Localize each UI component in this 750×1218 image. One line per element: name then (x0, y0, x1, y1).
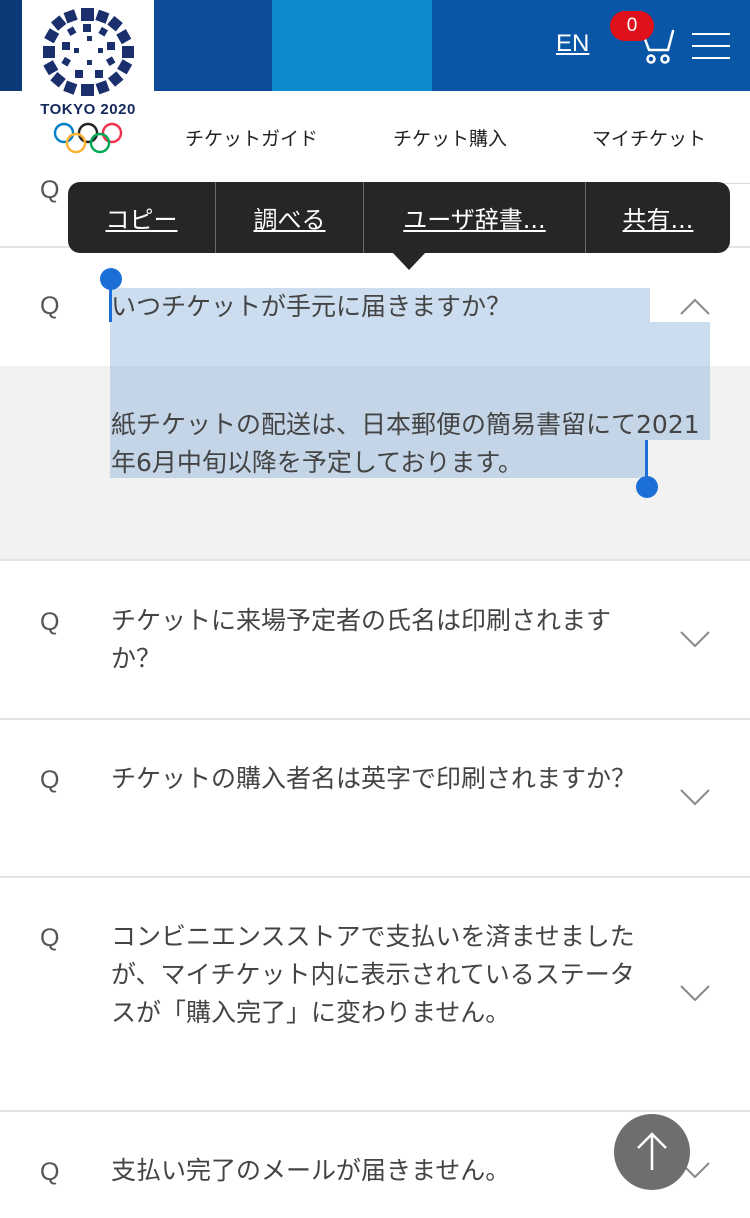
text-context-menu: コピー 調べる ユーザ辞書... 共有... (68, 182, 730, 253)
faq-answer: 紙チケットの配送は、日本郵便の簡易書留にて2021年6月中旬以降を予定しておりま… (111, 410, 700, 477)
context-share[interactable]: 共有... (586, 182, 730, 253)
logo-text: TOKYO 2020 (40, 101, 136, 118)
faq-q-marker: Q (40, 1158, 60, 1186)
cart-count-badge: 0 (610, 11, 654, 41)
olympic-rings-icon (53, 122, 123, 154)
faq-question: コンビニエンスストアで支払いを済ませましたが、マイチケット内に表示されているステ… (111, 922, 635, 1027)
context-user-dictionary[interactable]: ユーザ辞書... (364, 182, 586, 253)
faq-question: 支払い完了のメールが届きません。 (111, 1156, 511, 1185)
arrow-up-icon (637, 1132, 667, 1170)
nav-ticket-purchase[interactable]: チケット購入 (393, 124, 507, 151)
context-copy[interactable]: コピー (68, 182, 216, 253)
chevron-down-icon[interactable] (680, 985, 710, 1003)
nav-ticket-guide[interactable]: チケットガイド (185, 124, 318, 151)
context-menu-pointer (392, 252, 426, 270)
faq-item-2[interactable]: Q チケットに来場予定者の氏名は印刷されますか？ (0, 562, 750, 720)
main-nav: チケットガイド チケット購入 マイチケット (154, 91, 750, 184)
faq-question: チケットの購入者名は英字で印刷されますか？ (111, 764, 637, 793)
faq-item-4[interactable]: Q コンビニエンスストアで支払いを済ませましたが、マイチケット内に表示されている… (0, 878, 750, 1112)
back-to-top-button[interactable] (614, 1114, 690, 1190)
chevron-up-icon[interactable] (680, 297, 710, 315)
faq-question: チケットに来場予定者の氏名は印刷されますか？ (111, 606, 612, 673)
faq-item-3[interactable]: Q チケットの購入者名は英字で印刷されますか？ (0, 720, 750, 878)
nav-my-ticket[interactable]: マイチケット (592, 124, 706, 151)
header-bg-light (272, 0, 432, 91)
tokyo2020-emblem-icon (43, 8, 134, 96)
tokyo2020-logo[interactable]: TOKYO 2020 (22, 0, 154, 182)
faq-q-marker: Q (40, 924, 60, 952)
faq-q-marker: Q (40, 766, 60, 794)
chevron-down-icon[interactable] (680, 789, 710, 807)
faq-q-marker: Q (40, 292, 60, 320)
hamburger-menu-icon[interactable] (692, 33, 730, 59)
faq-question: いつチケットが手元に届きますか？ (111, 292, 512, 321)
faq-q-marker: Q (40, 608, 60, 636)
language-en-link[interactable]: EN (556, 30, 589, 58)
chevron-down-icon[interactable] (680, 631, 710, 649)
selection-start-caret (109, 284, 112, 322)
faq-q-marker: Q (40, 176, 60, 204)
selection-end-handle[interactable] (636, 476, 658, 498)
context-look-up[interactable]: 調べる (216, 182, 364, 253)
